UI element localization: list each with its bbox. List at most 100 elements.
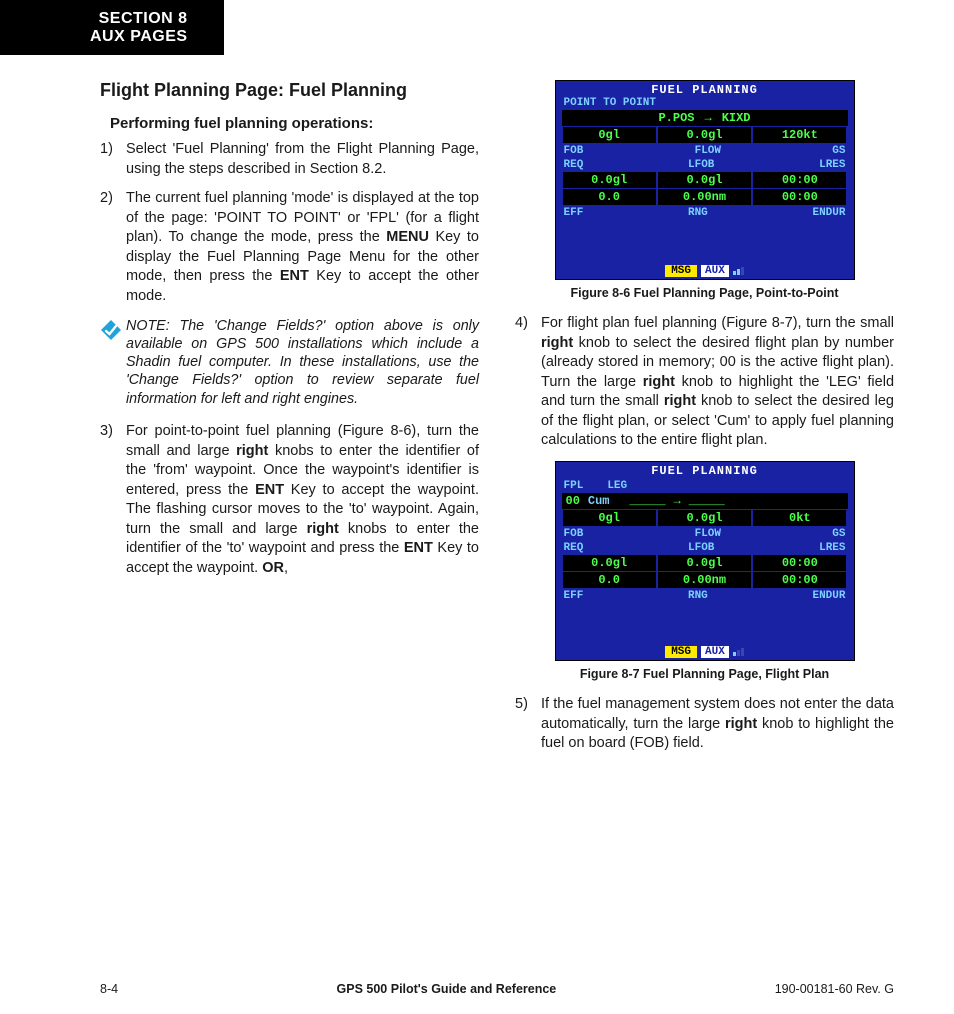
gps-label: FLOW <box>695 528 721 540</box>
ent-key: ENT <box>404 540 433 556</box>
gps-label: LRES <box>819 159 845 171</box>
ent-key: ENT <box>280 268 309 284</box>
gps-value: 00:00 <box>753 572 846 588</box>
gps-mode-fpl: FPL <box>564 480 584 492</box>
note-icon <box>100 317 126 408</box>
section-title: AUX PAGES <box>90 28 188 46</box>
step-number: 1) <box>100 140 126 179</box>
gps-label: REQ <box>564 542 584 554</box>
gps-label: FLOW <box>695 145 721 157</box>
steps-list: 1) Select 'Fuel Planning' from the Fligh… <box>100 140 479 307</box>
book-title: GPS 500 Pilot's Guide and Reference <box>337 982 557 996</box>
msg-indicator: MSG <box>665 265 697 277</box>
gps-title: FUEL PLANNING <box>556 81 854 97</box>
gps-screen: FUEL PLANNING FPL LEG 00 Cum _____ → ___… <box>555 461 855 661</box>
gps-label: FOB <box>564 528 584 540</box>
gps-value: 0gl <box>563 510 656 526</box>
gps-value: 0.0gl <box>658 510 751 526</box>
gps-label: REQ <box>564 159 584 171</box>
ent-key: ENT <box>255 482 284 498</box>
step-body: The current fuel planning 'mode' is disp… <box>126 189 479 306</box>
gps-value: 0.0gl <box>563 172 656 188</box>
gps-value: 0.0gl <box>658 172 751 188</box>
gps-values-row: 0.0 0.00nm 00:00 <box>562 572 848 588</box>
step-4: 4) For flight plan fuel planning (Figure… <box>515 314 894 451</box>
gps-labels-row: FOB FLOW GS <box>556 145 854 157</box>
page-number: 8-4 <box>100 982 118 996</box>
route-arrow-icon: → <box>674 494 681 508</box>
gps-value: 0.0gl <box>658 555 751 571</box>
gps-label: FOB <box>564 145 584 157</box>
or-text: OR <box>262 560 284 576</box>
right-knob: right <box>541 335 573 351</box>
page-bars-icon <box>733 648 744 656</box>
gps-mode-row: FPL LEG <box>556 480 854 492</box>
gps-values-row: 0.0gl 0.0gl 00:00 <box>562 172 848 188</box>
gps-labels-row: EFF RNG ENDUR <box>556 207 854 219</box>
gps-label: GS <box>832 145 845 157</box>
page-title: Flight Planning Page: Fuel Planning <box>100 80 479 101</box>
gps-label: LFOB <box>688 159 714 171</box>
aux-indicator: AUX <box>701 646 729 658</box>
gps-value: 0gl <box>563 127 656 143</box>
section-number: SECTION 8 <box>90 10 188 28</box>
aux-indicator: AUX <box>701 265 729 277</box>
gps-mode: POINT TO POINT <box>556 97 854 109</box>
steps-list-cont: 3) For point-to-point fuel planning (Fig… <box>100 422 479 579</box>
step-5: 5) If the fuel management system does no… <box>515 695 894 754</box>
gps-label: LFOB <box>688 542 714 554</box>
text: For flight plan fuel planning (Figure 8-… <box>541 315 894 331</box>
right-knob: right <box>725 716 757 732</box>
gps-status-bar: MSG AUX <box>556 646 854 658</box>
route-from: _____ <box>630 494 666 508</box>
gps-values-row: 0gl 0.0gl 0kt <box>562 510 848 526</box>
step-number: 3) <box>100 422 126 579</box>
gps-values-row: 0.0gl 0.0gl 00:00 <box>562 555 848 571</box>
step-3: 3) For point-to-point fuel planning (Fig… <box>100 422 479 579</box>
content-columns: Flight Planning Page: Fuel Planning Perf… <box>100 80 894 954</box>
gps-label: RNG <box>688 207 708 219</box>
text: , <box>284 560 288 576</box>
gps-value: 00:00 <box>753 189 846 205</box>
gps-label: EFF <box>564 207 584 219</box>
note-block: NOTE: The 'Change Fields?' option above … <box>100 317 479 408</box>
gps-value: 0kt <box>753 510 846 526</box>
menu-key: MENU <box>386 229 429 245</box>
gps-value: 120kt <box>753 127 846 143</box>
section-tab: SECTION 8 AUX PAGES <box>0 0 224 55</box>
step-number: 4) <box>515 314 541 451</box>
gps-value: 0.00nm <box>658 572 751 588</box>
step-body: Select 'Fuel Planning' from the Flight P… <box>126 140 479 179</box>
route-to: KIXD <box>722 111 751 125</box>
gps-labels-row: REQ LFOB LRES <box>556 159 854 171</box>
gps-mode-leg: LEG <box>607 480 627 492</box>
gps-screen: FUEL PLANNING POINT TO POINT P.POS → KIX… <box>555 80 855 280</box>
gps-labels-row: EFF RNG ENDUR <box>556 590 854 602</box>
gps-values-row: 0.0 0.00nm 00:00 <box>562 189 848 205</box>
gps-value: 0.00nm <box>658 189 751 205</box>
figure-8-7: FUEL PLANNING FPL LEG 00 Cum _____ → ___… <box>555 461 855 661</box>
gps-status-bar: MSG AUX <box>556 265 854 277</box>
step-number: 5) <box>515 695 541 754</box>
gps-label: ENDUR <box>812 590 845 602</box>
page: SECTION 8 AUX PAGES Flight Planning Page… <box>0 0 954 1014</box>
right-column: FUEL PLANNING POINT TO POINT P.POS → KIX… <box>515 80 894 954</box>
steps-list-right-2: 5) If the fuel management system does no… <box>515 695 894 754</box>
step-body: For point-to-point fuel planning (Figure… <box>126 422 479 579</box>
step-body: If the fuel management system does not e… <box>541 695 894 754</box>
revision: 190-00181-60 Rev. G <box>775 982 894 996</box>
right-knob: right <box>307 521 339 537</box>
gps-label: EFF <box>564 590 584 602</box>
route-from: P.POS <box>658 111 694 125</box>
gps-label: ENDUR <box>812 207 845 219</box>
note-text: NOTE: The 'Change Fields?' option above … <box>126 317 479 408</box>
gps-label: RNG <box>688 590 708 602</box>
msg-indicator: MSG <box>665 646 697 658</box>
gps-value: 0.0gl <box>563 555 656 571</box>
right-knob: right <box>664 393 696 409</box>
gps-values-row: 0gl 0.0gl 120kt <box>562 127 848 143</box>
left-column: Flight Planning Page: Fuel Planning Perf… <box>100 80 479 954</box>
leg-value: Cum <box>588 494 610 508</box>
page-footer: 8-4 GPS 500 Pilot's Guide and Reference … <box>100 982 894 996</box>
gps-value: 00:00 <box>753 172 846 188</box>
